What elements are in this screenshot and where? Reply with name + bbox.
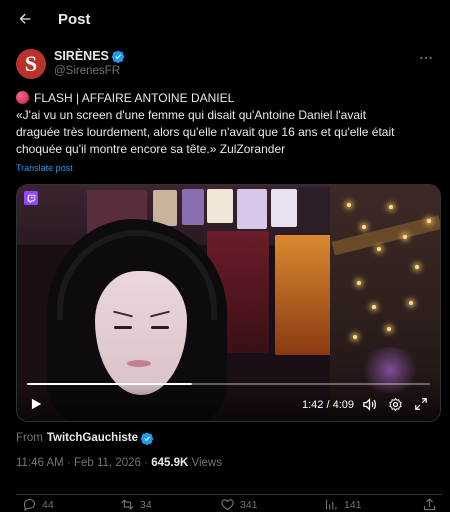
like-icon — [221, 499, 234, 511]
verified-badge-icon — [141, 432, 154, 445]
display-name[interactable]: SIRÈNES — [54, 49, 109, 64]
post-time[interactable]: 11:46 AM — [16, 457, 64, 469]
post-date[interactable]: Feb 11, 2026 — [74, 457, 141, 469]
back-button[interactable] — [10, 4, 40, 34]
fairy-light — [415, 265, 419, 269]
like-button[interactable]: 341 — [220, 497, 258, 512]
poster — [207, 189, 233, 223]
volume-button[interactable] — [360, 395, 378, 413]
reply-icon — [23, 498, 36, 512]
source-attribution: From TwitchGauchiste — [16, 430, 154, 446]
tweet-line-1: FLASH | AFFAIRE ANTOINE DANIEL — [16, 90, 438, 107]
progress-fill — [27, 383, 193, 385]
verified-badge-icon — [111, 50, 125, 63]
repost-icon — [121, 499, 134, 510]
poster — [237, 189, 267, 229]
bookmark-icon — [325, 499, 337, 510]
red-circle-emoji-icon — [16, 91, 29, 104]
reply-count: 44 — [42, 498, 54, 511]
fairy-light — [353, 335, 357, 339]
share-button[interactable] — [422, 497, 442, 512]
fairy-light — [427, 219, 431, 223]
poster — [182, 189, 204, 225]
time-display: 1:42 / 4:09 — [302, 399, 354, 411]
poster — [271, 189, 297, 227]
fullscreen-icon — [415, 398, 427, 410]
meta-separator: · — [144, 457, 148, 469]
fairy-light — [389, 205, 393, 209]
fullscreen-button[interactable] — [412, 395, 430, 413]
handle[interactable]: @SirenesFR — [54, 64, 125, 79]
tweet-line-4: choquée qu'il montre encore sa tête.» Zu… — [16, 142, 286, 156]
back-arrow-icon — [19, 13, 31, 24]
fairy-light — [409, 301, 413, 305]
fairy-light — [347, 203, 351, 207]
meta-separator: · — [66, 457, 71, 469]
author-row: S SIRÈNES @SirenesFR — [16, 44, 442, 84]
bookmark-button[interactable]: 141 — [324, 497, 362, 512]
from-label: From — [16, 432, 43, 444]
play-button[interactable] — [27, 395, 45, 413]
action-bar: 44 34 341 141 — [16, 494, 442, 512]
more-icon — [420, 56, 432, 60]
like-count: 341 — [240, 498, 258, 511]
fairy-light — [377, 247, 381, 251]
settings-button[interactable] — [386, 395, 404, 413]
poster — [153, 190, 177, 226]
top-bar: Post — [0, 0, 450, 38]
closed-eye — [151, 326, 169, 329]
avatar-letter: S — [24, 51, 38, 76]
source-account-link[interactable]: TwitchGauchiste — [47, 432, 138, 444]
views-count: 645.9K — [151, 457, 189, 469]
fairy-light — [387, 327, 391, 331]
closed-eye — [114, 326, 132, 329]
fairy-light — [362, 225, 366, 229]
lips — [127, 360, 151, 367]
bookmark-count: 141 — [344, 498, 362, 511]
share-icon — [423, 498, 436, 511]
fairy-light — [357, 281, 361, 285]
translate-post-link[interactable]: Translate post — [16, 163, 73, 173]
fairy-light — [372, 305, 376, 309]
play-icon — [31, 398, 42, 410]
repost-count: 34 — [140, 498, 152, 511]
fairy-light — [403, 235, 407, 239]
volume-icon — [362, 397, 376, 411]
author-names: SIRÈNES @SirenesFR — [54, 49, 125, 79]
twitch-icon — [24, 191, 38, 205]
reply-button[interactable]: 44 — [22, 497, 54, 512]
settings-icon — [388, 397, 402, 411]
page-title: Post — [58, 10, 91, 28]
display-name-row: SIRÈNES — [54, 49, 125, 64]
video-player[interactable]: 1:42 / 4:09 — [16, 184, 441, 422]
tweet-text: FLASH | AFFAIRE ANTOINE DANIEL «J'ai vu … — [16, 90, 438, 158]
repost-button[interactable]: 34 — [120, 497, 152, 512]
tweet-headline: FLASH | AFFAIRE ANTOINE DANIEL — [34, 91, 235, 105]
tweet-line-2: «J'ai vu un screen d'une femme qui disai… — [16, 108, 367, 122]
more-button[interactable] — [414, 48, 438, 68]
avatar[interactable]: S — [16, 49, 46, 79]
post-meta: 11:46 AM · Feb 11, 2026 · 645.9K Views — [16, 457, 222, 469]
progress-bar[interactable] — [27, 383, 430, 385]
views-label: Views — [191, 457, 222, 469]
tweet-line-3: draguée très lourdement, alors qu'elle n… — [16, 125, 395, 139]
